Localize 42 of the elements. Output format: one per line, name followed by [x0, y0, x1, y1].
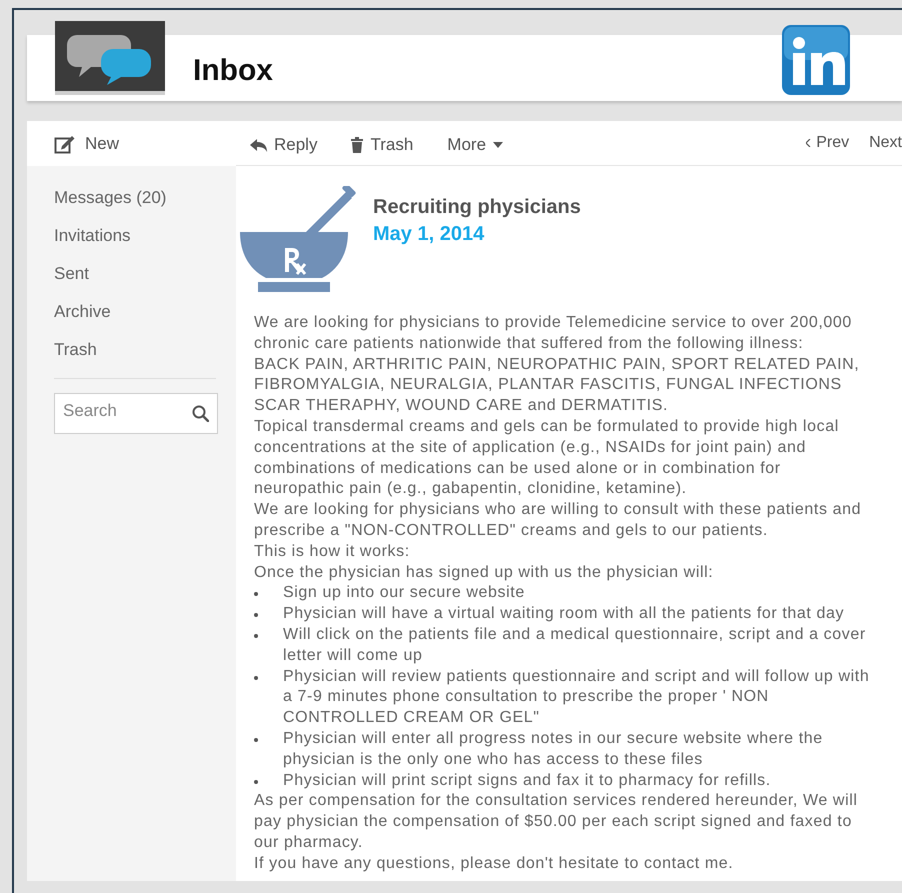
body-paragraph: We are looking for physicians who are willing to consult with these patients and prescribe a "NON-CONTROLLED" creams and gels to our patients.: [254, 500, 862, 541]
sidebar-item[interactable]: Archive: [54, 302, 236, 340]
sidebar-item[interactable]: Messages (20): [54, 188, 236, 226]
trash-icon: [351, 137, 364, 153]
sidebar-item[interactable]: Invitations: [54, 226, 236, 264]
body-paragraph: BACK PAIN, ARTHRITIC PAIN, NEUROPATHIC PAIN, SPORT RELATED PAIN, FIBROMYALGIA, NEURALGIA, PLANTAR FASCITIS, FUNGAL INFECTIONS SCAR THERAPHY, WOUND CARE and DERMATITIS.: [254, 354, 860, 416]
caret-icon: [493, 142, 504, 148]
bullet-item: Physician will enter all progress notes in our secure website where the physician is the only one who has access to these files: [283, 728, 824, 770]
sidebar-item[interactable]: Trash: [54, 340, 236, 378]
chat-logo-icon: [55, 21, 165, 95]
bullet-icon: [254, 738, 258, 742]
page-title: Inbox: [193, 54, 273, 88]
body-paragraph: Once the physician has signed up with us the physician will:: [254, 562, 714, 583]
compose-icon: [54, 134, 75, 154]
search-icon: [192, 405, 209, 422]
next-button[interactable]: Next: [869, 134, 902, 152]
sidebar-item[interactable]: Sent: [54, 264, 236, 302]
reply-icon: [250, 138, 267, 152]
body-paragraph: This is how it works:: [254, 542, 411, 562]
trash-button[interactable]: Trash: [351, 131, 414, 155]
bullet-icon: [254, 780, 258, 784]
bullet-icon: [254, 592, 258, 596]
more-button[interactable]: More: [447, 131, 504, 155]
bullet-item: Will click on the patients file and a medical questionnaire, script and a cover letter will come up: [283, 624, 867, 666]
bullet-icon: [254, 613, 258, 618]
reply-button[interactable]: Reply: [250, 131, 318, 155]
bullet-item: Sign up into our secure website: [283, 583, 525, 604]
body-paragraph: If you have any questions, please don't hesitate to contact me.: [254, 854, 734, 874]
bullet-icon: [254, 676, 258, 680]
body-paragraph: Topical transdermal creams and gels can be formulated to provide high local concentrations at the site of application (e.g., NSAIDs for joint pain) and combinations of medications can be used alone or in combination for neuropathic pain (e.g., gabapentin, clonidine, ketamine).: [254, 416, 840, 500]
body-paragraph: We are looking for physicians to provide Telemedicine service to over 200,000 chronic care patients nationwide that suffered from the following illness:: [254, 313, 853, 354]
bullet-item: Physician will review patients questionnaire and script and will follow up with a 7-9 minutes phone consultation to prescribe the proper ' NON CONTROLLED CREAM OR GEL": [283, 666, 870, 728]
chevron-left-icon: [806, 139, 812, 147]
message-date: May 1, 2014: [373, 223, 486, 246]
search-field[interactable]: Search: [54, 393, 218, 434]
body-paragraph: As per compensation for the consultation services rendered hereunder, We will pay physician the compensation of $50.00 per each script signed and faxed to our pharmacy.: [254, 791, 859, 853]
bullet-item: Physician will have a virtual waiting room with all the patients for that day: [283, 604, 844, 624]
new-message-button[interactable]: New: [27, 121, 236, 166]
message-subject: Recruiting physicians: [373, 196, 581, 219]
bullet-item: Physician will print script signs and fax it to pharmacy for refills.: [283, 770, 771, 791]
prev-button[interactable]: Prev: [806, 134, 850, 152]
bullet-icon: [254, 634, 258, 638]
